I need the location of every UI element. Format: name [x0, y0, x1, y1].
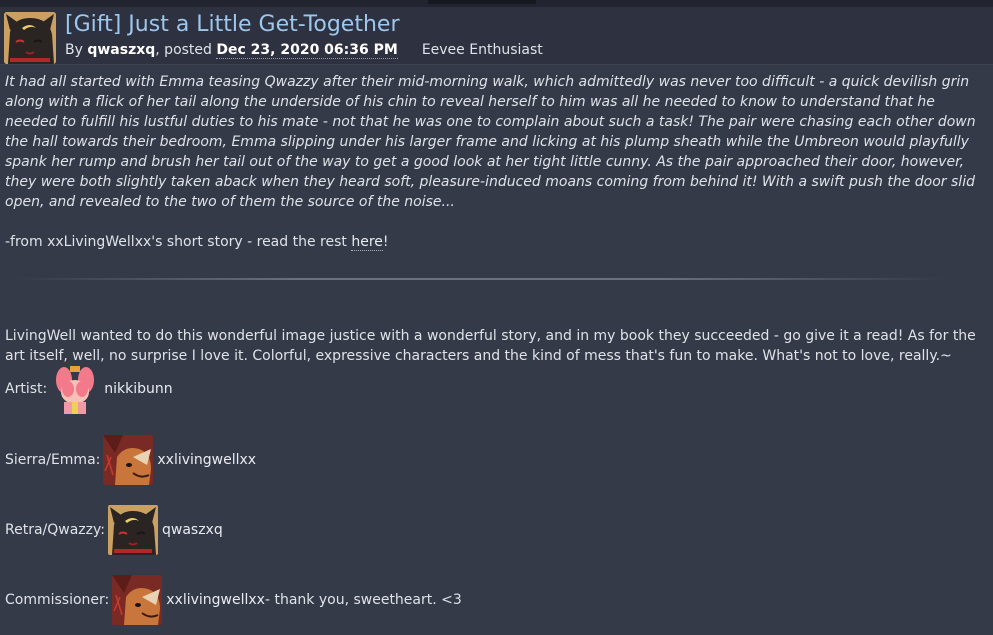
top-strip	[0, 0, 993, 7]
posted-prefix: , posted	[155, 42, 217, 58]
post-date: Dec 23, 2020 06:36 PM	[216, 42, 398, 59]
story-excerpt: It had all started with Emma teasing Qwa…	[5, 74, 976, 210]
credit-sierra: Sierra/Emma: xxlivingwellxx	[5, 435, 256, 485]
source-prefix: -from xxLivingWellxx's short story - rea…	[5, 234, 352, 250]
fox-avatar-icon	[103, 435, 154, 485]
credit-label: Commissioner:	[5, 592, 110, 608]
user-title: Eevee Enthusiast	[421, 42, 543, 58]
author-link[interactable]: qwaszxq	[87, 42, 155, 58]
post-header: [Gift] Just a Little Get-Together By qwa…	[0, 7, 993, 65]
credit-avatar[interactable]	[107, 505, 158, 555]
credit-avatar[interactable]	[112, 575, 163, 625]
pink-bunny-avatar-icon	[50, 364, 101, 414]
credit-name[interactable]: xxlivingwellxx	[166, 592, 265, 608]
byline: By qwaszxq, posted Dec 23, 2020 06:36 PM…	[65, 42, 543, 59]
post-title[interactable]: [Gift] Just a Little Get-Together	[65, 12, 400, 37]
credit-artist: Artist: nikkibunn	[5, 364, 173, 414]
credit-avatar[interactable]	[103, 435, 154, 485]
credit-label: Retra/Qwazzy:	[5, 522, 105, 538]
credit-avatar[interactable]	[50, 364, 101, 414]
credit-commissioner: Commissioner: xxlivingwellxx - thank you…	[5, 575, 462, 625]
post-description: LivingWell wanted to do this wonderful i…	[5, 328, 976, 364]
story-source: -from xxLivingWellxx's short story - rea…	[5, 232, 990, 252]
section-divider	[15, 278, 945, 280]
umbreon-avatar-icon	[4, 12, 56, 64]
credit-label: Artist:	[5, 381, 48, 397]
credit-retra: Retra/Qwazzy: qwaszxq	[5, 505, 223, 555]
author-avatar[interactable]	[4, 12, 56, 64]
fox-avatar-icon	[112, 575, 163, 625]
post-content: It had all started with Emma teasing Qwa…	[5, 72, 990, 366]
top-tab[interactable]	[428, 0, 536, 4]
credit-name[interactable]: nikkibunn	[104, 381, 172, 397]
read-more-link[interactable]: here	[351, 234, 383, 251]
source-suffix: !	[382, 234, 389, 250]
by-prefix: By	[65, 42, 88, 58]
umbreon-avatar-icon	[107, 505, 158, 555]
credit-name[interactable]: xxlivingwellxx	[157, 452, 256, 468]
credit-label: Sierra/Emma:	[5, 452, 101, 468]
credit-note: - thank you, sweetheart. <3	[264, 592, 462, 608]
credit-name[interactable]: qwaszxq	[162, 522, 223, 538]
